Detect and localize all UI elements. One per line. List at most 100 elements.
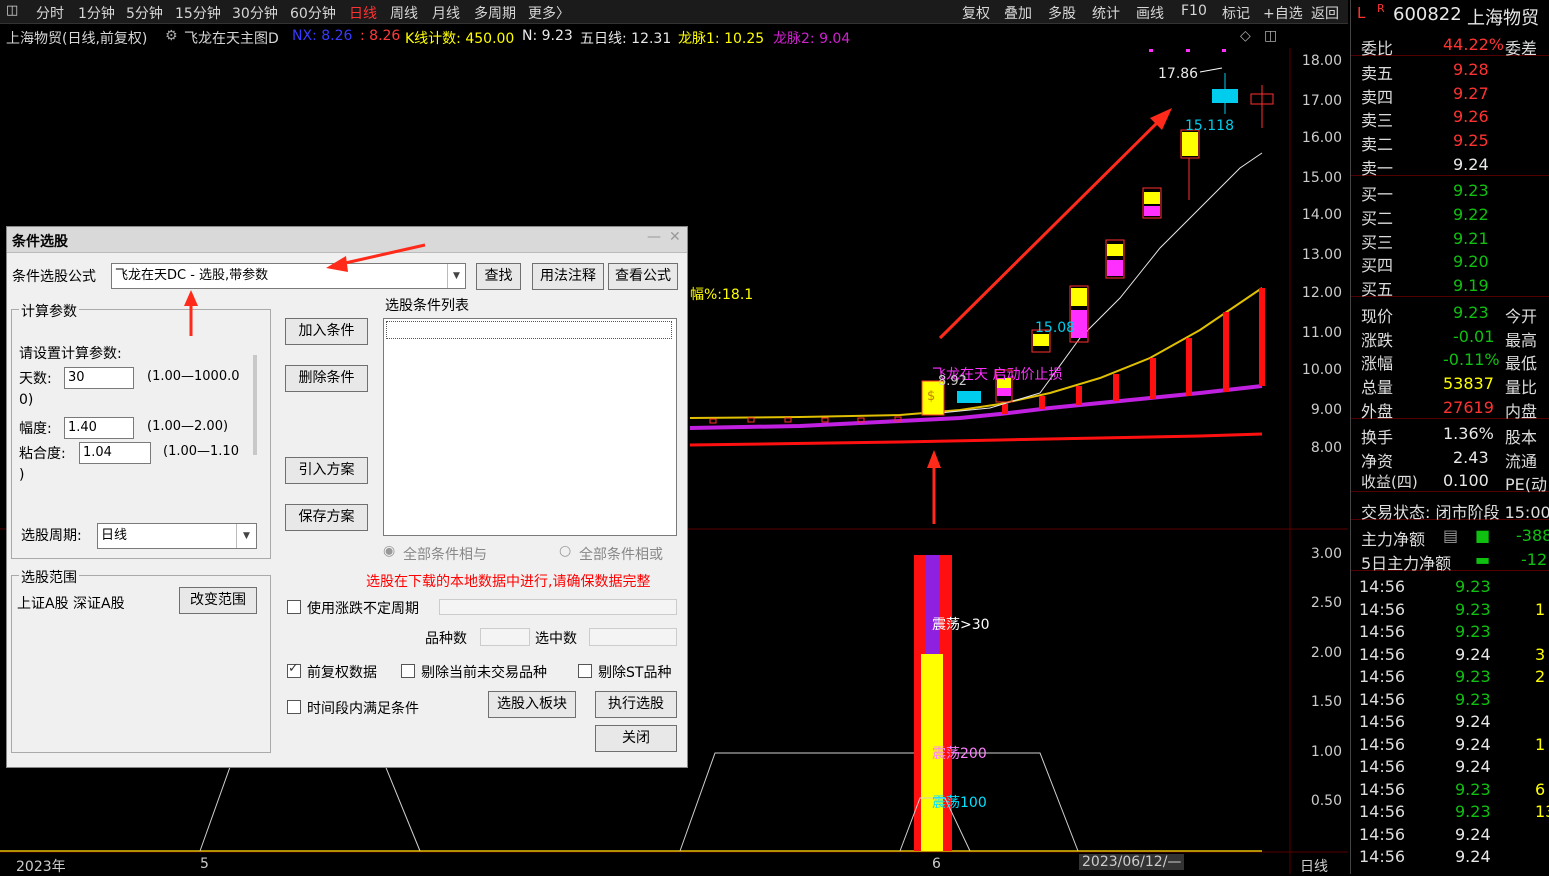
var-period-checkbox[interactable] bbox=[287, 600, 301, 614]
period-tab[interactable]: 多周期 bbox=[474, 3, 516, 23]
flow-bar: ▬ bbox=[1475, 550, 1491, 569]
quote-label: 换手 bbox=[1361, 428, 1394, 447]
ask-price: 9.28 bbox=[1453, 60, 1489, 79]
close-button[interactable]: 关闭 bbox=[595, 725, 677, 752]
minimize-icon[interactable]: — bbox=[647, 229, 661, 245]
tool-add-watch[interactable]: +自选 bbox=[1263, 3, 1303, 23]
period-value: 日线 bbox=[101, 528, 128, 543]
save-plan-button[interactable]: 保存方案 bbox=[285, 504, 368, 531]
tick-time: 14:56 bbox=[1359, 599, 1406, 619]
time-range-checkbox[interactable] bbox=[287, 700, 301, 714]
formula-value: 飞龙在天DC - 选股,带参数 bbox=[115, 268, 269, 283]
more-tab[interactable]: 更多〉 bbox=[528, 3, 570, 23]
wb-value: 44.22% bbox=[1443, 35, 1505, 54]
quote-value: 27619 bbox=[1443, 398, 1494, 417]
tick-row: 14:56 9.23 bbox=[1351, 620, 1549, 643]
period-tab[interactable]: 60分钟 bbox=[290, 3, 336, 23]
var-period-field[interactable] bbox=[439, 599, 677, 615]
indicator-tick: 2.50 bbox=[1310, 595, 1342, 611]
tick-row: 14:56 9.24 bbox=[1351, 845, 1549, 868]
peak-label: 17.86 bbox=[1158, 66, 1199, 82]
tick-price: 9.23 bbox=[1455, 622, 1491, 641]
chevron-down-icon[interactable]: ▼ bbox=[236, 524, 256, 548]
exclude-st-checkbox[interactable] bbox=[578, 664, 592, 678]
import-plan-button[interactable]: 引入方案 bbox=[285, 457, 368, 484]
tick-price: 9.24 bbox=[1455, 847, 1491, 866]
tick-price: 9.24 bbox=[1455, 644, 1491, 664]
quote-label: 收益(四) bbox=[1361, 473, 1418, 491]
param-range: ) bbox=[19, 467, 25, 483]
window-icon[interactable]: ◫ bbox=[1264, 28, 1277, 44]
period-tab[interactable]: 分时 bbox=[36, 3, 64, 23]
period-tab[interactable]: 1分钟 bbox=[78, 3, 115, 23]
tick-volume: 2 bbox=[1535, 667, 1546, 686]
tool-restore-right[interactable]: 复权 bbox=[962, 3, 990, 23]
change-scope-button[interactable]: 改变范围 bbox=[179, 587, 257, 614]
oscillation-label: 震荡>30 bbox=[932, 617, 990, 633]
tick-row: 14:56 9.24 bbox=[1351, 710, 1549, 733]
tool-mark[interactable]: 标记 bbox=[1222, 3, 1250, 23]
view-formula-button[interactable]: 查看公式 bbox=[608, 263, 678, 290]
period-tab[interactable]: 周线 bbox=[390, 3, 418, 23]
adj-checkbox[interactable]: ✓ bbox=[287, 661, 301, 678]
tool-draw[interactable]: 画线 bbox=[1136, 3, 1164, 23]
var-period-label: 使用涨跌不定周期 bbox=[307, 601, 419, 617]
period-tab[interactable]: 15分钟 bbox=[175, 3, 221, 23]
price-tick: 11.00 bbox=[1301, 325, 1342, 341]
ma5-value: 五日线: 12.31 bbox=[580, 31, 672, 47]
indicator-info-line: 上海物贸(日线,前复权) ⚙ 飞龙在天主图D NX: 8.26 : 8.26 K… bbox=[0, 26, 1290, 48]
quote-value: -0.01 bbox=[1453, 327, 1495, 346]
to-block-button[interactable]: 选股入板块 bbox=[488, 691, 576, 718]
tool-back[interactable]: 返回 bbox=[1311, 3, 1339, 23]
all-and-radio[interactable]: ◉ bbox=[383, 543, 395, 559]
exclude-untraded-checkbox[interactable] bbox=[401, 664, 415, 678]
panel-icon[interactable]: ◫ bbox=[6, 3, 18, 18]
ask-label: 卖二 bbox=[1361, 135, 1394, 154]
count-label: 品种数 bbox=[425, 631, 467, 647]
condition-list[interactable] bbox=[383, 318, 677, 536]
formula-name[interactable]: 飞龙在天主图D bbox=[184, 28, 279, 48]
quote-label: 总量 bbox=[1361, 378, 1394, 397]
find-button[interactable]: 查找 bbox=[476, 263, 521, 290]
date-year: 2023年 bbox=[16, 859, 66, 875]
diamond-icon[interactable]: ◇ bbox=[1240, 28, 1251, 44]
value-2: : 8.26 bbox=[360, 28, 401, 44]
period-select[interactable]: 日线 ▼ bbox=[97, 523, 257, 549]
add-condition-button[interactable]: 加入条件 bbox=[285, 318, 368, 345]
period-tab[interactable]: 30分钟 bbox=[232, 3, 278, 23]
tick-volume: 3 bbox=[1535, 644, 1546, 664]
ask-label: 卖五 bbox=[1361, 64, 1394, 83]
scope-value: 上证A股 深证A股 bbox=[17, 596, 125, 612]
nx-value: NX: 8.26 bbox=[292, 28, 353, 44]
all-or-radio[interactable]: ○ bbox=[559, 543, 571, 559]
tick-row: 14:56 9.24 bbox=[1351, 823, 1549, 846]
formula-select[interactable]: 飞龙在天DC - 选股,带参数 ▼ bbox=[111, 263, 466, 289]
tool-multi-stock[interactable]: 多股 bbox=[1048, 3, 1076, 23]
date-cursor: 2023/06/12/— bbox=[1079, 854, 1185, 870]
tool-f10[interactable]: F10 bbox=[1181, 3, 1207, 19]
tick-time: 14:56 bbox=[1359, 644, 1406, 664]
tool-stats[interactable]: 统计 bbox=[1092, 3, 1120, 23]
quote-label: 今开 bbox=[1505, 307, 1538, 326]
period-tab[interactable]: 月线 bbox=[432, 3, 460, 23]
chevron-down-icon[interactable]: ▼ bbox=[447, 264, 465, 288]
price-tick: 14.00 bbox=[1301, 207, 1342, 223]
usage-button[interactable]: 用法注释 bbox=[532, 263, 604, 290]
tool-overlay[interactable]: 叠加 bbox=[1004, 3, 1032, 23]
all-or-label: 全部条件相或 bbox=[579, 547, 663, 563]
execute-button[interactable]: 执行选股 bbox=[595, 691, 677, 718]
list-icon[interactable]: ▤ bbox=[1443, 526, 1458, 545]
days-input[interactable]: 30 bbox=[64, 367, 134, 389]
period-tab[interactable]: 5分钟 bbox=[126, 3, 163, 23]
cohesion-input[interactable]: 1.04 bbox=[79, 442, 151, 464]
ask-price: 9.24 bbox=[1453, 155, 1489, 174]
params-scrollbar[interactable] bbox=[253, 355, 257, 455]
dialog-titlebar[interactable]: 条件选股 — ✕ bbox=[7, 227, 687, 253]
close-icon[interactable]: ✕ bbox=[669, 229, 681, 245]
gear-icon[interactable]: ⚙ bbox=[165, 28, 178, 44]
indicator-tick: 0.50 bbox=[1310, 793, 1342, 809]
period-tab-active[interactable]: 日线 bbox=[349, 3, 377, 23]
delete-condition-button[interactable]: 删除条件 bbox=[285, 365, 368, 392]
amplitude-input[interactable]: 1.40 bbox=[64, 417, 134, 439]
list-focus-row[interactable] bbox=[386, 321, 672, 339]
